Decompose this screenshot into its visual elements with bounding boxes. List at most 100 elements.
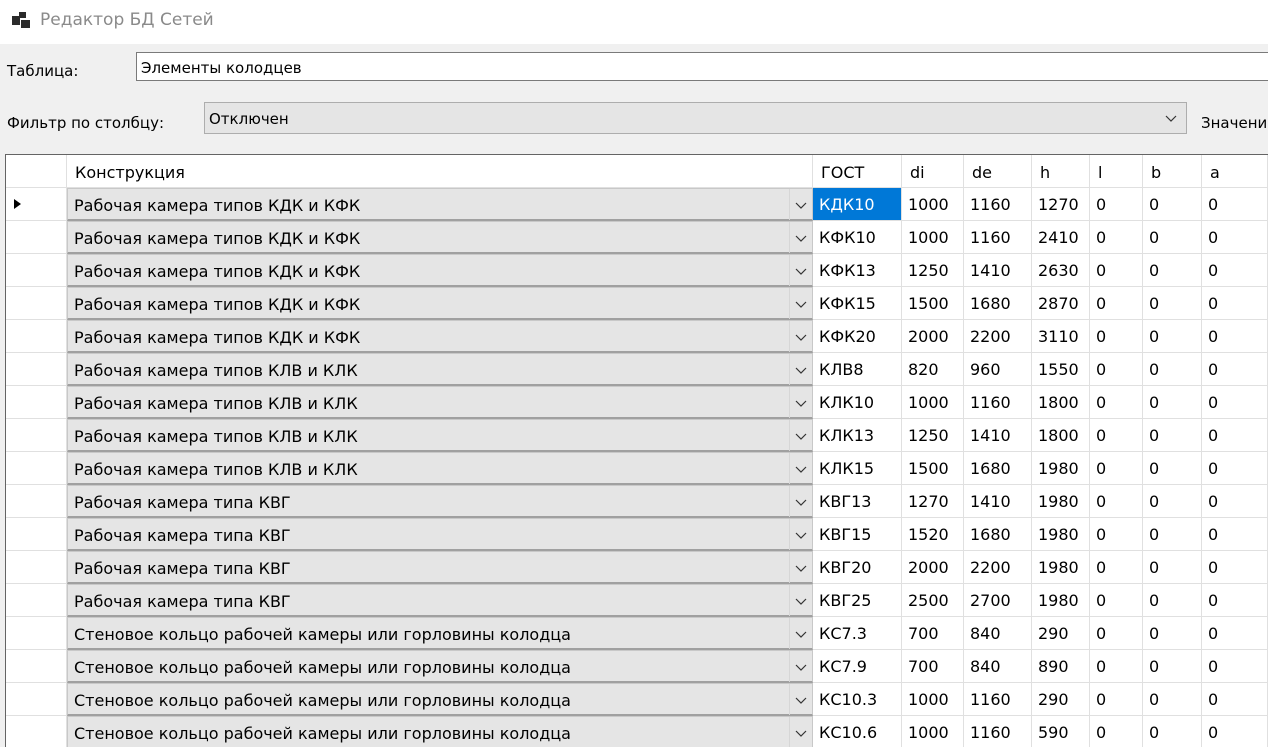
- cell-di[interactable]: 700: [902, 617, 964, 650]
- cell-de[interactable]: 1160: [964, 683, 1032, 716]
- cell-di[interactable]: 700: [902, 650, 964, 683]
- construction-combo[interactable]: Рабочая камера типов КДК и КФК: [67, 287, 813, 320]
- cell-l[interactable]: 0: [1090, 320, 1143, 353]
- cell-di[interactable]: 820: [902, 353, 964, 386]
- cell-b[interactable]: 0: [1143, 221, 1202, 254]
- cell-di[interactable]: 2000: [902, 320, 964, 353]
- cell-di[interactable]: 1000: [902, 221, 964, 254]
- cell-a[interactable]: 0: [1202, 518, 1268, 551]
- construction-combo[interactable]: Рабочая камера типа КВГ: [67, 518, 813, 551]
- cell-h[interactable]: 2630: [1032, 254, 1090, 287]
- row-header[interactable]: [6, 650, 67, 683]
- table-row[interactable]: Стеновое кольцо рабочей камеры или горло…: [6, 683, 1268, 716]
- cell-l[interactable]: 0: [1090, 683, 1143, 716]
- table-row[interactable]: Рабочая камера типов КДК и КФК КФК13 1250 1…: [6, 254, 1268, 287]
- cell-h[interactable]: 1550: [1032, 353, 1090, 386]
- cell-h[interactable]: 1980: [1032, 584, 1090, 617]
- cell-h[interactable]: 290: [1032, 617, 1090, 650]
- table-row[interactable]: Рабочая камера типов КДК и КФК КДК10 1000 1…: [6, 188, 1268, 221]
- table-row[interactable]: Стеновое кольцо рабочей камеры или горло…: [6, 650, 1268, 683]
- cell-de[interactable]: 2700: [964, 584, 1032, 617]
- cell-di[interactable]: 2000: [902, 551, 964, 584]
- column-header-h[interactable]: h: [1032, 155, 1090, 188]
- cell-gost[interactable]: КФК13: [813, 254, 902, 287]
- cell-gost[interactable]: КФК10: [813, 221, 902, 254]
- cell-h[interactable]: 590: [1032, 716, 1090, 747]
- table-row[interactable]: Рабочая камера типа КВГ КВГ15 1520 1680 1980…: [6, 518, 1268, 551]
- cell-di[interactable]: 1000: [902, 386, 964, 419]
- cell-gost[interactable]: КЛК10: [813, 386, 902, 419]
- table-row[interactable]: Рабочая камера типов КДК и КФК КФК10 1000 1…: [6, 221, 1268, 254]
- cell-l[interactable]: 0: [1090, 584, 1143, 617]
- cell-l[interactable]: 0: [1090, 287, 1143, 320]
- cell-b[interactable]: 0: [1143, 518, 1202, 551]
- cell-l[interactable]: 0: [1090, 485, 1143, 518]
- chevron-down-icon[interactable]: [794, 693, 808, 707]
- chevron-down-icon[interactable]: [794, 330, 808, 344]
- cell-a[interactable]: 0: [1202, 287, 1268, 320]
- table-row[interactable]: Рабочая камера типов КЛВ и КЛК КЛВ8 820 960…: [6, 353, 1268, 386]
- cell-a[interactable]: 0: [1202, 188, 1268, 221]
- row-header[interactable]: [6, 254, 67, 287]
- cell-gost[interactable]: КВГ25: [813, 584, 902, 617]
- cell-gost[interactable]: КЛК13: [813, 419, 902, 452]
- cell-di[interactable]: 1270: [902, 485, 964, 518]
- cell-l[interactable]: 0: [1090, 452, 1143, 485]
- cell-de[interactable]: 960: [964, 353, 1032, 386]
- chevron-down-icon[interactable]: [794, 594, 808, 608]
- cell-de[interactable]: 840: [964, 650, 1032, 683]
- chevron-down-icon[interactable]: [794, 231, 808, 245]
- row-header[interactable]: [6, 419, 67, 452]
- cell-a[interactable]: 0: [1202, 221, 1268, 254]
- column-header-construction[interactable]: Конструкция: [67, 155, 813, 188]
- cell-b[interactable]: 0: [1143, 254, 1202, 287]
- cell-de[interactable]: 840: [964, 617, 1032, 650]
- chevron-down-icon[interactable]: [794, 462, 808, 476]
- cell-b[interactable]: 0: [1143, 320, 1202, 353]
- cell-l[interactable]: 0: [1090, 188, 1143, 221]
- column-header-b[interactable]: b: [1143, 155, 1202, 188]
- cell-h[interactable]: 890: [1032, 650, 1090, 683]
- cell-h[interactable]: 2410: [1032, 221, 1090, 254]
- construction-combo[interactable]: Стеновое кольцо рабочей камеры или горло…: [67, 650, 813, 683]
- table-row[interactable]: Рабочая камера типов КЛВ и КЛК КЛК13 1250 1…: [6, 419, 1268, 452]
- cell-de[interactable]: 1160: [964, 386, 1032, 419]
- cell-di[interactable]: 2500: [902, 584, 964, 617]
- cell-gost[interactable]: КДК10: [813, 188, 902, 221]
- cell-l[interactable]: 0: [1090, 221, 1143, 254]
- construction-combo[interactable]: Рабочая камера типа КВГ: [67, 584, 813, 617]
- construction-combo[interactable]: Рабочая камера типов КЛВ и КЛК: [67, 353, 813, 386]
- chevron-down-icon[interactable]: [794, 264, 808, 278]
- cell-de[interactable]: 2200: [964, 551, 1032, 584]
- cell-l[interactable]: 0: [1090, 650, 1143, 683]
- chevron-down-icon[interactable]: [794, 396, 808, 410]
- cell-de[interactable]: 1410: [964, 254, 1032, 287]
- table-row[interactable]: Стеновое кольцо рабочей камеры или горло…: [6, 716, 1268, 747]
- cell-a[interactable]: 0: [1202, 716, 1268, 747]
- row-header[interactable]: [6, 221, 67, 254]
- cell-de[interactable]: 2200: [964, 320, 1032, 353]
- cell-l[interactable]: 0: [1090, 617, 1143, 650]
- table-name-field[interactable]: Элементы колодцев: [136, 52, 1268, 81]
- table-row[interactable]: Рабочая камера типов КЛВ и КЛК КЛК10 1000 1…: [6, 386, 1268, 419]
- row-header[interactable]: [6, 452, 67, 485]
- cell-l[interactable]: 0: [1090, 353, 1143, 386]
- row-header[interactable]: [6, 551, 67, 584]
- row-header[interactable]: [6, 518, 67, 551]
- cell-di[interactable]: 1000: [902, 188, 964, 221]
- construction-combo[interactable]: Стеновое кольцо рабочей камеры или горло…: [67, 617, 813, 650]
- chevron-down-icon[interactable]: [794, 528, 808, 542]
- construction-combo[interactable]: Рабочая камера типов КДК и КФК: [67, 188, 813, 221]
- row-header[interactable]: [6, 353, 67, 386]
- cell-l[interactable]: 0: [1090, 419, 1143, 452]
- cell-a[interactable]: 0: [1202, 485, 1268, 518]
- cell-h[interactable]: 1980: [1032, 551, 1090, 584]
- cell-a[interactable]: 0: [1202, 617, 1268, 650]
- table-row[interactable]: Рабочая камера типов КДК и КФК КФК20 2000 2…: [6, 320, 1268, 353]
- cell-a[interactable]: 0: [1202, 650, 1268, 683]
- cell-gost[interactable]: КЛВ8: [813, 353, 902, 386]
- cell-di[interactable]: 1500: [902, 452, 964, 485]
- column-header-a[interactable]: a: [1202, 155, 1268, 188]
- cell-b[interactable]: 0: [1143, 650, 1202, 683]
- cell-di[interactable]: 1250: [902, 254, 964, 287]
